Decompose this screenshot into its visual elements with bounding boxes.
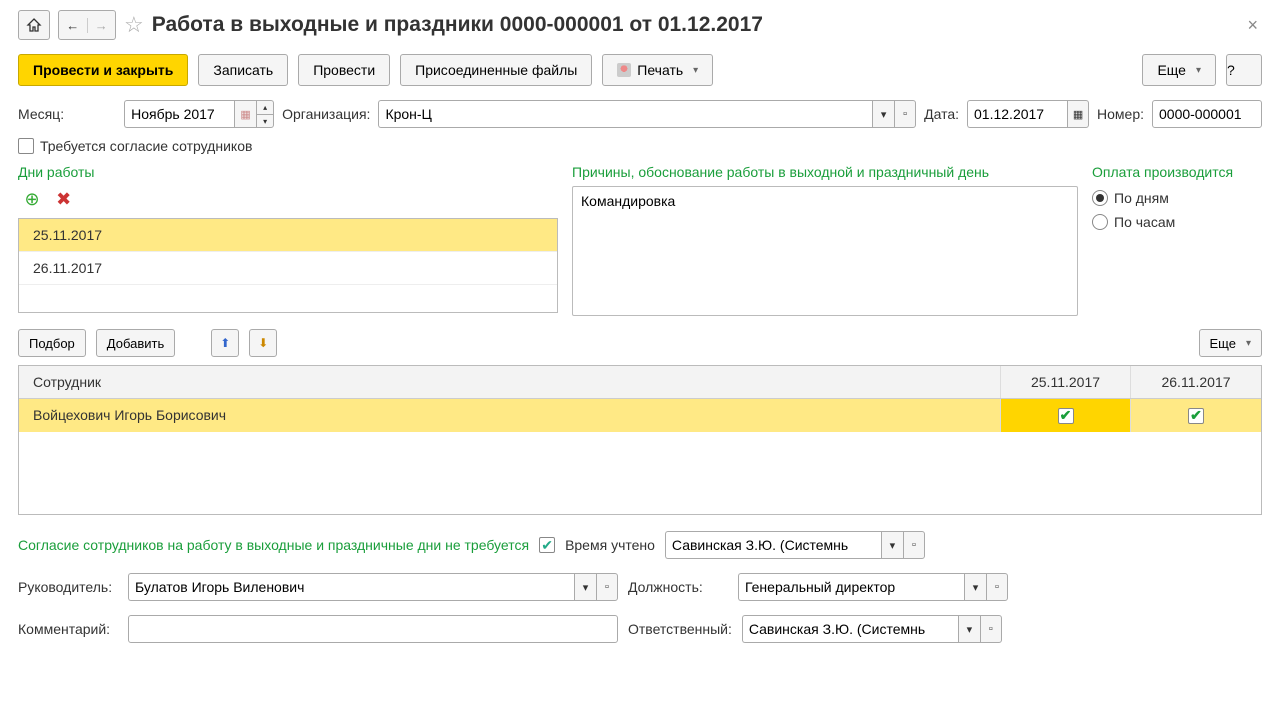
- manager-label: Руководитель:: [18, 579, 118, 595]
- org-label: Организация:: [282, 106, 370, 122]
- number-label: Номер:: [1097, 106, 1144, 122]
- favorite-star-icon[interactable]: ☆: [124, 12, 144, 38]
- open-icon[interactable]: ▫: [903, 531, 925, 559]
- payment-by-days-label: По дням: [1114, 190, 1169, 206]
- help-button[interactable]: ?: [1226, 54, 1262, 86]
- date1-cell[interactable]: ✔: [1001, 399, 1131, 432]
- dropdown-icon[interactable]: ▾: [574, 573, 596, 601]
- time-person-input[interactable]: [665, 531, 881, 559]
- dropdown-icon[interactable]: ▾: [964, 573, 986, 601]
- move-down-button[interactable]: ⬇: [249, 329, 277, 357]
- printer-icon: [617, 63, 631, 77]
- home-button[interactable]: [18, 10, 50, 40]
- payment-by-days-radio[interactable]: [1092, 190, 1108, 206]
- nav-back-forward[interactable]: ← →: [58, 10, 116, 40]
- date2-cell[interactable]: ✔: [1131, 399, 1261, 432]
- print-button[interactable]: Печать: [602, 54, 713, 86]
- payment-by-hours-radio[interactable]: [1092, 214, 1108, 230]
- payment-by-hours-label: По часам: [1114, 214, 1175, 230]
- time-counted-checkbox[interactable]: ✔: [539, 537, 555, 553]
- grid-row[interactable]: Войцехович Игорь Борисович ✔ ✔: [19, 399, 1261, 432]
- date-input[interactable]: [967, 100, 1067, 128]
- month-calendar-icon[interactable]: ▦: [234, 100, 256, 128]
- post-and-close-button[interactable]: Провести и закрыть: [18, 54, 188, 86]
- org-open-icon[interactable]: ▫: [894, 100, 916, 128]
- position-label: Должность:: [628, 579, 728, 595]
- position-input[interactable]: [738, 573, 964, 601]
- day-item[interactable]: 25.11.2017: [19, 219, 557, 252]
- manager-group[interactable]: ▾ ▫: [128, 573, 618, 601]
- position-group[interactable]: ▾ ▫: [738, 573, 1008, 601]
- grid-header-date1[interactable]: 25.11.2017: [1001, 366, 1131, 398]
- comment-input[interactable]: [128, 615, 618, 643]
- grid-header-date2[interactable]: 26.11.2017: [1131, 366, 1261, 398]
- responsible-input[interactable]: [742, 615, 958, 643]
- comment-label: Комментарий:: [18, 621, 118, 637]
- date-input-group[interactable]: ▦: [967, 100, 1089, 128]
- time-counted-label: Время учтено: [565, 537, 655, 553]
- move-up-button[interactable]: ⬆: [211, 329, 239, 357]
- employees-grid[interactable]: Сотрудник 25.11.2017 26.11.2017 Войцехов…: [18, 365, 1262, 515]
- pick-button[interactable]: Подбор: [18, 329, 86, 357]
- days-list[interactable]: 25.11.2017 26.11.2017: [18, 218, 558, 313]
- org-dropdown-icon[interactable]: ▾: [872, 100, 894, 128]
- open-icon[interactable]: ▫: [986, 573, 1008, 601]
- save-button[interactable]: Записать: [198, 54, 288, 86]
- open-icon[interactable]: ▫: [596, 573, 618, 601]
- reason-textarea[interactable]: [572, 186, 1078, 316]
- consent-checkbox[interactable]: [18, 138, 34, 154]
- post-button[interactable]: Провести: [298, 54, 390, 86]
- employee-cell[interactable]: Войцехович Игорь Борисович: [19, 399, 1001, 432]
- attachments-button[interactable]: Присоединенные файлы: [400, 54, 592, 86]
- reason-section-title: Причины, обоснование работы в выходной и…: [572, 164, 1078, 186]
- add-day-button[interactable]: ⊕: [18, 186, 46, 212]
- responsible-group[interactable]: ▾ ▫: [742, 615, 1002, 643]
- grid-header-employee[interactable]: Сотрудник: [19, 366, 1001, 398]
- date-calendar-icon[interactable]: ▦: [1067, 100, 1089, 128]
- more-button[interactable]: Еще: [1142, 54, 1216, 86]
- add-row-button[interactable]: Добавить: [96, 329, 175, 357]
- time-person-group[interactable]: ▾ ▫: [665, 531, 925, 559]
- payment-section-title: Оплата производится: [1092, 164, 1262, 186]
- month-input[interactable]: [124, 100, 234, 128]
- nav-back-icon[interactable]: ←: [59, 18, 88, 33]
- month-input-group[interactable]: ▦ ▴▾: [124, 100, 274, 128]
- nav-forward-icon: →: [88, 18, 116, 33]
- dropdown-icon[interactable]: ▾: [958, 615, 980, 643]
- dropdown-icon[interactable]: ▾: [881, 531, 903, 559]
- responsible-label: Ответственный:: [628, 621, 732, 637]
- days-section-title: Дни работы: [18, 164, 558, 186]
- table-more-button[interactable]: Еще: [1199, 329, 1262, 357]
- month-label: Месяц:: [18, 106, 64, 122]
- org-input[interactable]: [378, 100, 872, 128]
- date-label: Дата:: [924, 106, 959, 122]
- check-icon: ✔: [1058, 408, 1074, 424]
- check-icon: ✔: [1188, 408, 1204, 424]
- consent-note: Согласие сотрудников на работу в выходны…: [18, 537, 529, 553]
- month-spinner[interactable]: ▴▾: [256, 100, 274, 128]
- day-item[interactable]: 26.11.2017: [19, 252, 557, 285]
- open-icon[interactable]: ▫: [980, 615, 1002, 643]
- org-input-group[interactable]: ▾ ▫: [378, 100, 916, 128]
- close-button[interactable]: ×: [1243, 15, 1262, 36]
- delete-day-button[interactable]: ✖: [50, 186, 78, 212]
- consent-label: Требуется согласие сотрудников: [40, 138, 252, 154]
- number-input[interactable]: [1152, 100, 1262, 128]
- page-title: Работа в выходные и праздники 0000-00000…: [152, 13, 763, 37]
- manager-input[interactable]: [128, 573, 574, 601]
